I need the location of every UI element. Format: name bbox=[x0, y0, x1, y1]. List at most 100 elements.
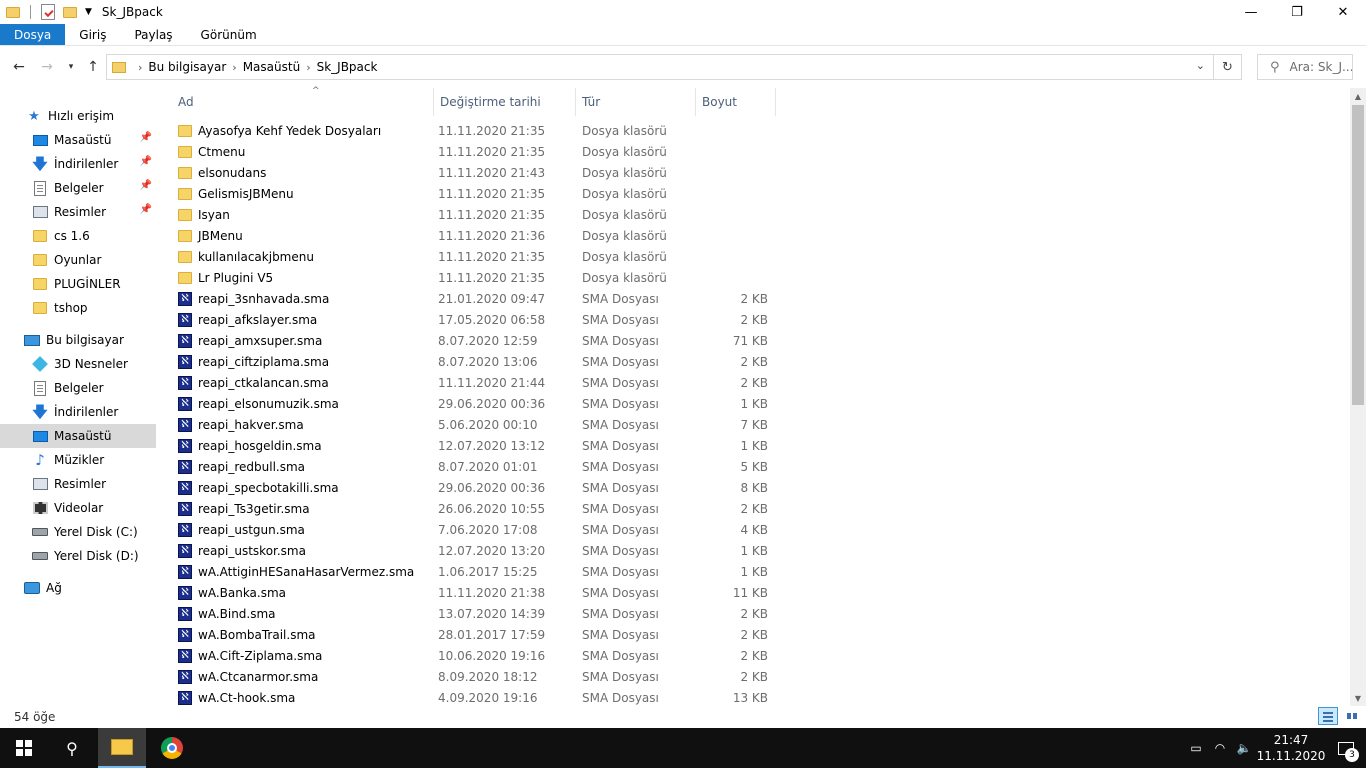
tab-paylas[interactable]: Paylaş bbox=[120, 24, 186, 45]
file-row[interactable]: ℵ wA.Bind.sma 13.07.2020 14:39 SMA Dosyası 2… bbox=[158, 603, 1350, 624]
file-row[interactable]: ℵ wA.AttiginHESanaHasarVermez.sma 1.06.201… bbox=[158, 561, 1350, 582]
file-row[interactable]: kullanılacakjbmenu 11.11.2020 21:35 Dosya … bbox=[158, 246, 1350, 267]
file-row[interactable]: ℵ reapi_redbull.sma 8.07.2020 01:01 SMA Dos… bbox=[158, 456, 1350, 477]
large-icons-view-icon[interactable] bbox=[1342, 707, 1362, 725]
file-row[interactable]: Ctmenu 11.11.2020 21:35 Dosya klasörü bbox=[158, 141, 1350, 162]
nav-documents-quick[interactable]: Belgeler 📌 bbox=[0, 176, 156, 200]
address-bar[interactable]: › Bu bilgisayar › Masaüstü › Sk_JBpack ⌄… bbox=[106, 54, 1242, 80]
file-size: 5 KB bbox=[740, 459, 768, 474]
file-row[interactable]: ℵ reapi_elsonumuzik.sma 29.06.2020 00:36 SM… bbox=[158, 393, 1350, 414]
taskbar: ⚲ ▭ ◠ 🔈 21:47 11.11.2020 3 bbox=[0, 728, 1366, 768]
file-row[interactable]: GelismisJBMenu 11.11.2020 21:35 Dosya klas… bbox=[158, 183, 1350, 204]
new-folder-icon[interactable] bbox=[63, 6, 77, 18]
chevron-right-icon[interactable]: › bbox=[138, 61, 142, 74]
refresh-icon[interactable]: ↻ bbox=[1213, 55, 1241, 79]
column-header-name[interactable]: Ad ^ bbox=[172, 86, 434, 116]
tab-dosya[interactable]: Dosya bbox=[0, 24, 66, 45]
file-row[interactable]: ℵ wA.Ctcanarmor.sma 8.09.2020 18:12 SMA Dos… bbox=[158, 666, 1350, 687]
column-header-size[interactable]: Boyut bbox=[696, 88, 776, 116]
scrollbar-thumb[interactable] bbox=[1352, 105, 1364, 405]
tab-gorunum[interactable]: Görünüm bbox=[187, 24, 271, 45]
nav-downloads-quick[interactable]: 🡇 İndirilenler 📌 bbox=[0, 152, 156, 176]
file-row[interactable]: ℵ reapi_Ts3getir.sma 26.06.2020 10:55 SMA D… bbox=[158, 498, 1350, 519]
clock[interactable]: 21:47 11.11.2020 bbox=[1256, 732, 1326, 764]
breadcrumb-bu-bilgisayar[interactable]: Bu bilgisayar bbox=[148, 60, 226, 74]
nav-3d-objects[interactable]: 3D Nesneler bbox=[0, 352, 156, 376]
forward-arrow-icon[interactable]: → bbox=[38, 58, 56, 76]
nav-desktop[interactable]: Masaüstü bbox=[0, 424, 156, 448]
scroll-down-icon[interactable]: ▼ bbox=[1350, 690, 1366, 706]
file-name-cell: ℵ wA.Ctcanarmor.sma bbox=[178, 666, 436, 687]
file-row[interactable]: ℵ reapi_ustgun.sma 7.06.2020 17:08 SMA Dosy… bbox=[158, 519, 1350, 540]
file-row[interactable]: Lr Plugini V5 11.11.2020 21:35 Dosya klasö… bbox=[158, 267, 1350, 288]
customize-toolbar-dropdown-icon[interactable]: ▼ bbox=[85, 7, 92, 17]
nav-cs16[interactable]: cs 1.6 bbox=[0, 224, 156, 248]
file-row[interactable]: ℵ reapi_hosgeldin.sma 12.07.2020 13:12 SMA … bbox=[158, 435, 1350, 456]
nav-documents[interactable]: Belgeler bbox=[0, 376, 156, 400]
file-row[interactable]: ℵ reapi_ciftziplama.sma 8.07.2020 13:06 SMA… bbox=[158, 351, 1350, 372]
chevron-right-icon[interactable]: › bbox=[306, 61, 310, 74]
chevron-right-icon[interactable]: › bbox=[232, 61, 236, 74]
close-button[interactable]: ✕ bbox=[1320, 0, 1366, 24]
sma-file-icon: ℵ bbox=[178, 585, 192, 600]
breadcrumb-sk-jbpack[interactable]: Sk_JBpack bbox=[317, 60, 378, 74]
file-row[interactable]: ℵ wA.Banka.sma 11.11.2020 21:38 SMA Dosyası… bbox=[158, 582, 1350, 603]
taskbar-search-icon[interactable]: ⚲ bbox=[48, 728, 96, 768]
file-row[interactable]: Isyan 11.11.2020 21:35 Dosya klasörü bbox=[158, 204, 1350, 225]
file-row[interactable]: ℵ reapi_specbotakilli.sma 29.06.2020 00:36… bbox=[158, 477, 1350, 498]
start-button[interactable] bbox=[0, 728, 48, 768]
network-wifi-icon[interactable]: ◠ bbox=[1208, 741, 1232, 755]
nav-downloads[interactable]: 🡇 İndirilenler bbox=[0, 400, 156, 424]
file-row[interactable]: ℵ wA.Ct-hook.sma 4.09.2020 19:16 SMA Dosyas… bbox=[158, 687, 1350, 708]
taskbar-file-explorer[interactable] bbox=[98, 728, 146, 768]
address-history-dropdown-icon[interactable]: ⌄ bbox=[1196, 59, 1205, 72]
file-type: SMA Dosyası bbox=[582, 333, 659, 348]
nav-disk-c[interactable]: Yerel Disk (C:) bbox=[0, 520, 156, 544]
file-row[interactable]: JBMenu 11.11.2020 21:36 Dosya klasörü bbox=[158, 225, 1350, 246]
recent-locations-chevron-icon[interactable]: ▾ bbox=[62, 58, 80, 76]
nav-music[interactable]: ♪ Müzikler bbox=[0, 448, 156, 472]
breadcrumb-masaustu[interactable]: Masaüstü bbox=[243, 60, 300, 74]
back-arrow-icon[interactable]: ← bbox=[10, 58, 28, 76]
folder-icon bbox=[178, 145, 192, 158]
action-center-button[interactable]: 3 bbox=[1326, 728, 1366, 768]
nav-disk-d[interactable]: Yerel Disk (D:) bbox=[0, 544, 156, 568]
file-row[interactable]: ℵ reapi_hakver.sma 5.06.2020 00:10 SMA Dosy… bbox=[158, 414, 1350, 435]
tab-giris[interactable]: Giriş bbox=[65, 24, 120, 45]
file-row[interactable]: Ayasofya Kehf Yedek Dosyaları 11.11.2020 … bbox=[158, 120, 1350, 141]
file-rows: Ayasofya Kehf Yedek Dosyaları 11.11.2020 … bbox=[158, 120, 1350, 708]
nav-pictures[interactable]: Resimler bbox=[0, 472, 156, 496]
column-header-date[interactable]: Değiştirme tarihi bbox=[434, 88, 576, 116]
vertical-scrollbar[interactable]: ▲ ▼ bbox=[1350, 88, 1366, 706]
nav-quick-access[interactable]: ★ Hızlı erişim bbox=[0, 104, 156, 128]
volume-muted-icon[interactable]: 🔈 bbox=[1232, 741, 1256, 755]
nav-pluginler[interactable]: PLUGİNLER bbox=[0, 272, 156, 296]
properties-icon[interactable] bbox=[41, 4, 55, 20]
file-row[interactable]: elsonudans 11.11.2020 21:43 Dosya klasörü bbox=[158, 162, 1350, 183]
file-row[interactable]: ℵ reapi_amxsuper.sma 8.07.2020 12:59 SMA Do… bbox=[158, 330, 1350, 351]
file-row[interactable]: ℵ reapi_3snhavada.sma 21.01.2020 09:47 SMA … bbox=[158, 288, 1350, 309]
nav-oyunlar[interactable]: Oyunlar bbox=[0, 248, 156, 272]
maximize-button[interactable]: ❐ bbox=[1274, 0, 1320, 24]
taskbar-chrome[interactable] bbox=[148, 728, 196, 768]
file-row[interactable]: ℵ reapi_ctkalancan.sma 11.11.2020 21:44 SMA… bbox=[158, 372, 1350, 393]
column-label: Ad bbox=[178, 95, 194, 109]
file-date: 26.06.2020 10:55 bbox=[438, 501, 546, 516]
nav-desktop-quick[interactable]: Masaüstü 📌 bbox=[0, 128, 156, 152]
up-arrow-icon[interactable]: ↑ bbox=[84, 58, 102, 76]
search-input[interactable]: ⚲ Ara: Sk_J... bbox=[1257, 54, 1353, 80]
file-row[interactable]: ℵ wA.Cift-Ziplama.sma 10.06.2020 19:16 SMA … bbox=[158, 645, 1350, 666]
nav-pictures-quick[interactable]: Resimler 📌 bbox=[0, 200, 156, 224]
battery-icon[interactable]: ▭ bbox=[1184, 741, 1208, 755]
file-row[interactable]: ℵ wA.BombaTrail.sma 28.01.2017 17:59 SMA Do… bbox=[158, 624, 1350, 645]
nav-tshop[interactable]: tshop bbox=[0, 296, 156, 320]
file-row[interactable]: ℵ reapi_afkslayer.sma 17.05.2020 06:58 SMA … bbox=[158, 309, 1350, 330]
nav-videos[interactable]: Videolar bbox=[0, 496, 156, 520]
minimize-button[interactable]: — bbox=[1228, 0, 1274, 24]
nav-network[interactable]: Ağ bbox=[0, 576, 156, 600]
scroll-up-icon[interactable]: ▲ bbox=[1350, 88, 1366, 104]
file-row[interactable]: ℵ reapi_ustskor.sma 12.07.2020 13:20 SMA Do… bbox=[158, 540, 1350, 561]
details-view-icon[interactable] bbox=[1318, 707, 1338, 725]
column-header-type[interactable]: Tür bbox=[576, 88, 696, 116]
nav-this-pc[interactable]: Bu bilgisayar bbox=[0, 328, 156, 352]
